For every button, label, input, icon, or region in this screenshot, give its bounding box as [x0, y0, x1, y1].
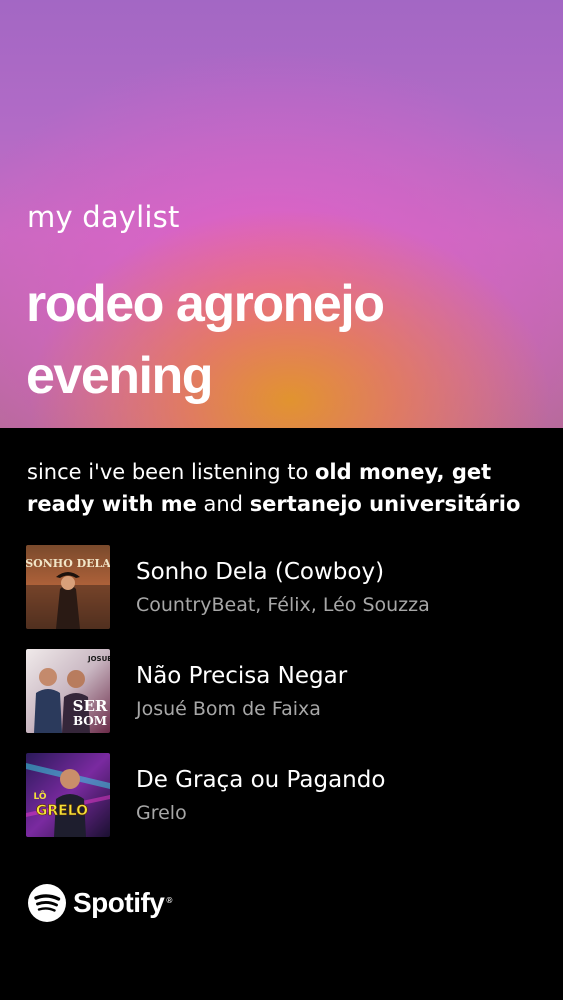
track-title: De Graça ou Pagando — [136, 767, 386, 793]
spotify-wordmark: Spotify — [73, 887, 165, 918]
track-row[interactable]: LÔ GRELO De Graça ou Pagando Grelo — [26, 753, 546, 837]
album-cover: JOSUE SER BOM — [26, 649, 110, 733]
spotify-logo-icon — [28, 884, 66, 922]
cover-text-sub: BOM — [73, 714, 107, 728]
album-cover: LÔ GRELO — [26, 753, 110, 837]
cover-text: SONHO DELA — [26, 557, 110, 570]
description-genre-2: sertanejo universitário — [249, 492, 521, 516]
cover-text-main: SER — [73, 697, 108, 715]
daylist-hero-banner: my daylist rodeo agronejo evening — [0, 0, 563, 428]
track-list: SONHO DELA Sonho Dela (Cowboy) CountryBe… — [26, 545, 546, 857]
track-artist: Josué Bom de Faixa — [136, 698, 321, 720]
album-cover: SONHO DELA — [26, 545, 110, 629]
track-title: Não Precisa Negar — [136, 663, 348, 689]
daylist-title-line-2: evening — [26, 347, 214, 405]
description-middle: and — [196, 492, 250, 516]
daylist-description: since i've been listening to old money, … — [27, 456, 547, 520]
spotify-brand: Spotify ® — [27, 883, 173, 923]
cover-text: GRELO — [36, 803, 88, 819]
daylist-title-line-1: rodeo agronejo — [26, 275, 385, 333]
cover-text-top: JOSUE — [87, 655, 110, 663]
registered-mark: ® — [165, 895, 174, 905]
track-title: Sonho Dela (Cowboy) — [136, 559, 385, 585]
daylist-title: rodeo agronejo evening — [26, 268, 546, 412]
track-row[interactable]: SONHO DELA Sonho Dela (Cowboy) CountryBe… — [26, 545, 546, 629]
description-prefix: since i've been listening to — [27, 460, 315, 484]
cover-badge: LÔ — [33, 790, 46, 802]
track-artist: Grelo — [136, 802, 187, 824]
track-artist: CountryBeat, Félix, Léo Souzza — [136, 594, 430, 616]
daylist-label: my daylist — [27, 200, 180, 234]
track-row[interactable]: JOSUE SER BOM Não Precisa Negar Josué Bo… — [26, 649, 546, 733]
